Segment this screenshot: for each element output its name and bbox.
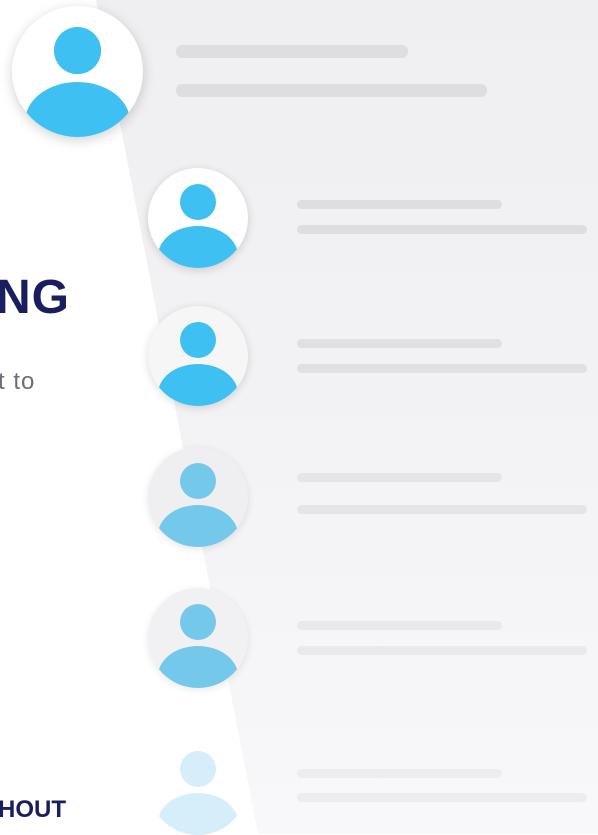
user-avatar-3[interactable] [148,306,248,406]
name-placeholder-bar [176,45,408,58]
detail-placeholder-bar [297,225,587,234]
name-placeholder-bar [297,200,502,209]
body-text: t to [0,368,36,395]
user-icon [158,751,238,835]
user-avatar-4[interactable] [148,447,248,547]
section-heading: NG [0,271,70,324]
user-avatar-6[interactable] [148,735,248,835]
user-icon [158,604,238,688]
name-placeholder-bar [297,473,502,482]
user-icon [158,463,238,547]
detail-placeholder-bar [297,505,587,514]
user-avatar-2[interactable] [148,168,248,268]
user-avatar-5[interactable] [148,588,248,688]
detail-placeholder-bar [297,364,587,373]
detail-placeholder-bar [176,84,487,97]
user-icon [158,184,238,268]
detail-placeholder-bar [297,793,587,802]
name-placeholder-bar [297,339,502,348]
user-icon [25,26,130,137]
name-placeholder-bar [297,621,502,630]
name-placeholder-bar [297,769,502,778]
footer-heading: HOUT [0,796,66,823]
detail-placeholder-bar [297,646,587,655]
user-avatar-1[interactable] [12,6,143,137]
user-icon [158,322,238,406]
